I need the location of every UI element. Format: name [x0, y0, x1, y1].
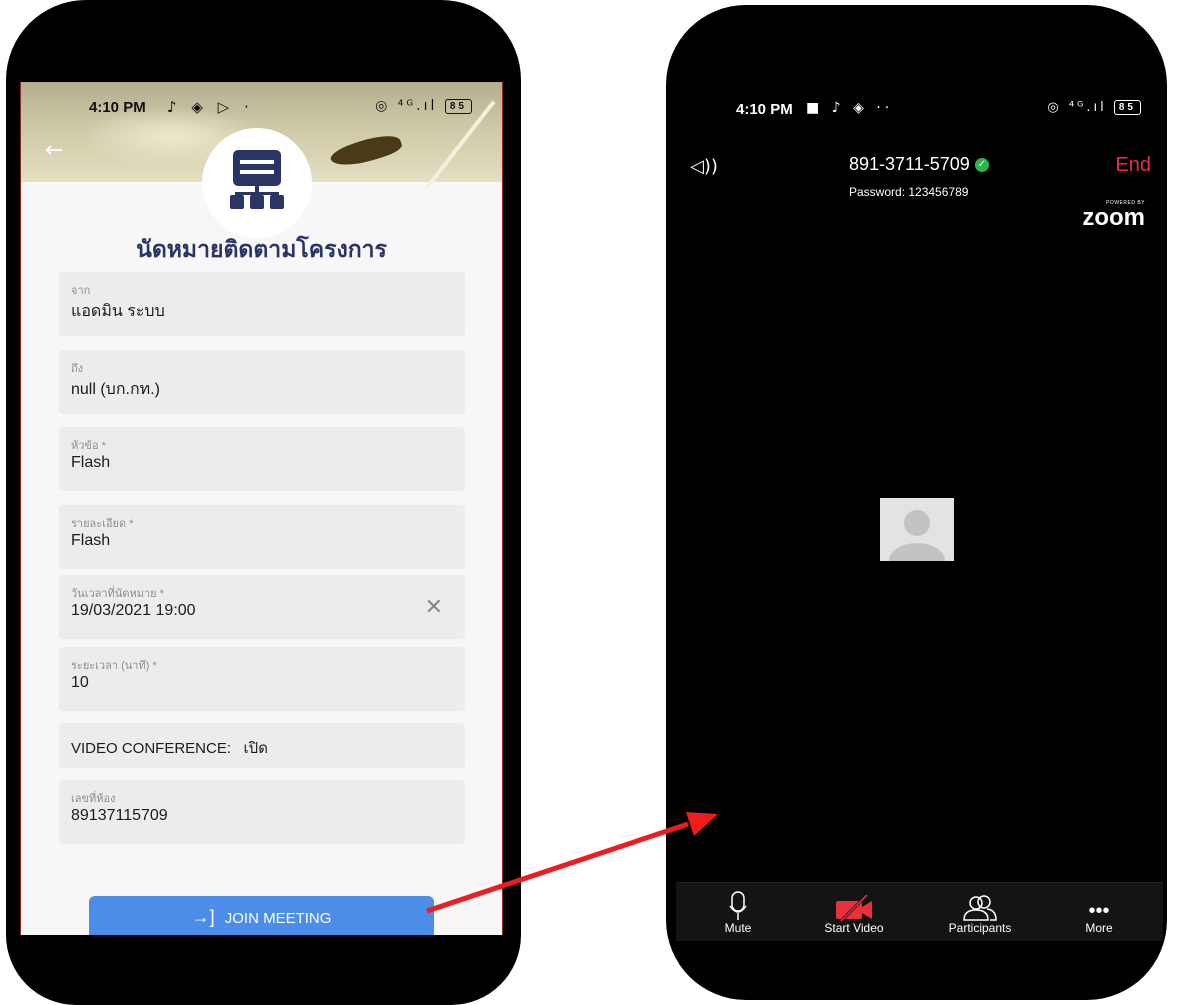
annotation-arrow	[426, 812, 718, 914]
